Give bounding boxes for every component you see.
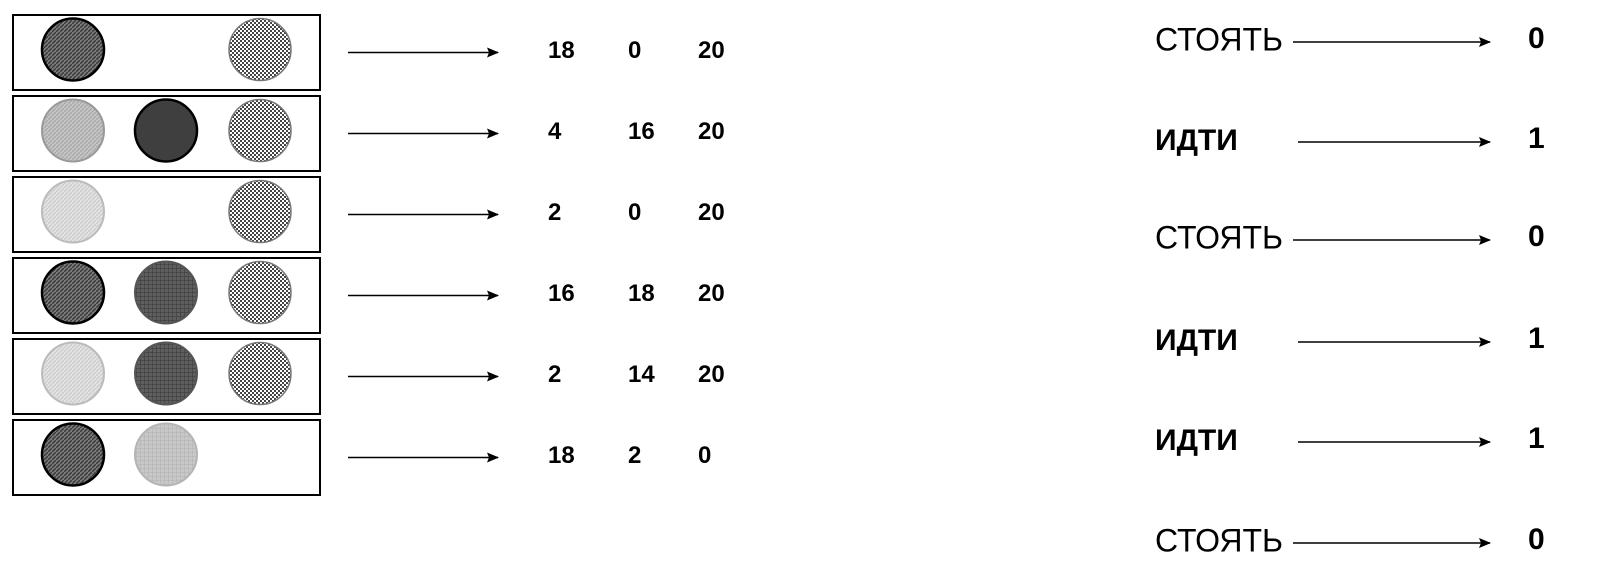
value-label: 2 (548, 199, 561, 226)
light-black (133, 98, 199, 163)
light-row: 4 16 20 (12, 95, 725, 172)
value-label: 2 (628, 442, 641, 469)
value-label: 20 (698, 199, 725, 226)
value-label: 0 (698, 442, 711, 469)
value-label: 14 (628, 361, 655, 388)
output-value: 0 (1528, 22, 1545, 55)
value-label: 16 (548, 280, 575, 307)
decision-label: СТОЯТЬ (1155, 522, 1283, 558)
value-label: 18 (548, 37, 575, 64)
decision-label: ИДТИ (1155, 124, 1238, 157)
value-label: 4 (548, 118, 562, 145)
value-label: 0 (628, 199, 641, 226)
decision-row: СТОЯТЬ 0 (1155, 219, 1545, 255)
output-value: 1 (1528, 322, 1545, 355)
decision-row: ИДТИ 1 (1155, 422, 1545, 457)
light-checker (228, 260, 292, 325)
value-label: 20 (698, 118, 725, 145)
value-label: 20 (698, 37, 725, 64)
light-row: 2 14 20 (12, 338, 725, 415)
light-dark (40, 422, 106, 487)
decision-row: ИДТИ 1 (1155, 322, 1545, 357)
value-label: 2 (548, 361, 561, 388)
output-value: 0 (1528, 220, 1545, 253)
light-lightgrid (134, 422, 198, 487)
light-rows: 18 0 204 16 202 0 2016 18 202 14 2018 2 0 (12, 14, 725, 496)
light-dark (40, 17, 106, 82)
decision-label: СТОЯТЬ (1155, 21, 1283, 57)
decision-row: СТОЯТЬ 0 (1155, 21, 1545, 57)
value-label: 16 (628, 118, 655, 145)
value-label: 18 (628, 280, 655, 307)
light-grid (134, 260, 198, 325)
light-row: 16 18 20 (12, 257, 725, 334)
light-dark (40, 260, 106, 325)
value-label: 20 (698, 280, 725, 307)
value-label: 20 (698, 361, 725, 388)
light-pale (41, 179, 105, 244)
decision-label: СТОЯТЬ (1155, 219, 1283, 255)
decision-label: ИДТИ (1155, 424, 1238, 457)
decision-row: СТОЯТЬ 0 (1155, 522, 1545, 558)
light-row: 18 2 0 (12, 419, 711, 496)
decision-label: ИДТИ (1155, 324, 1238, 357)
light-checker (228, 98, 292, 163)
output-value: 0 (1528, 523, 1545, 556)
traffic-light-diagram: 18 0 204 16 202 0 2016 18 202 14 2018 2 0 СТОЯТЬ 0ИДТ… (12, 14, 1545, 558)
value-label: 18 (548, 442, 575, 469)
output-value: 1 (1528, 422, 1545, 455)
decision-list: СТОЯТЬ 0 ИДТИ 1 СТОЯТЬ 0 ИДТИ 1 ИДТИ 1 СТОЯТЬ 0 (1155, 21, 1545, 558)
output-value: 1 (1528, 122, 1545, 155)
light-checker (228, 341, 292, 406)
decision-row: ИДТИ 1 (1155, 122, 1545, 157)
value-label: 0 (628, 37, 641, 64)
light-row: 2 0 20 (12, 176, 725, 253)
light-row: 18 0 20 (12, 14, 725, 91)
light-grid (134, 341, 198, 406)
light-checker (228, 179, 292, 244)
light-pale (41, 341, 105, 406)
light-light (41, 98, 105, 163)
light-checker (228, 17, 292, 82)
